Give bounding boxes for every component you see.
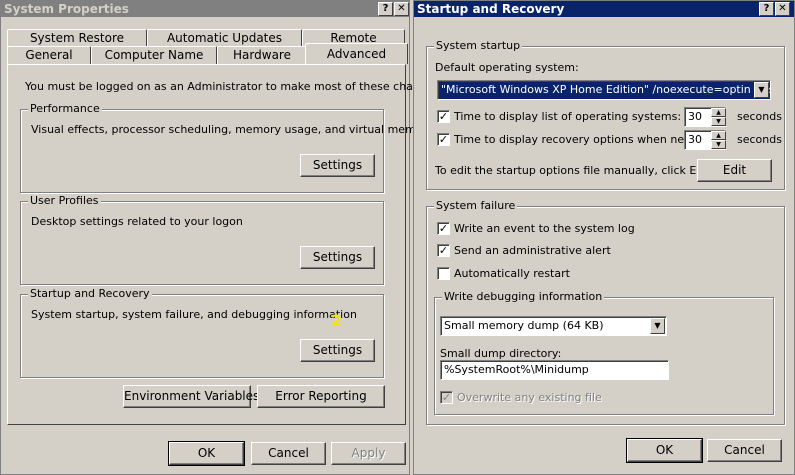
system-startup-label: System startup xyxy=(434,39,523,52)
performance-settings-button[interactable]: Settings xyxy=(300,154,375,177)
system-properties-titlebar: System Properties xyxy=(1,1,409,17)
performance-description: Visual effects, processor scheduling, me… xyxy=(31,123,434,136)
time-recovery-spin-down[interactable]: ▼ xyxy=(711,140,726,149)
apply-button[interactable]: Apply xyxy=(331,442,406,465)
auto-restart-label: Automatically restart xyxy=(454,267,570,280)
time-list-spin-up[interactable]: ▲ xyxy=(711,108,726,117)
cancel-button[interactable]: Cancel xyxy=(251,442,326,465)
time-recovery-spin-up[interactable]: ▲ xyxy=(711,131,726,140)
annotation-marker-2: 2 xyxy=(331,311,343,330)
dump-type-value: Small memory dump (64 KB) xyxy=(444,319,604,332)
performance-label: Performance xyxy=(28,102,102,115)
write-event-checkbox[interactable]: ✓ xyxy=(437,222,450,235)
default-os-value: "Microsoft Windows XP Home Edition" /noe… xyxy=(441,83,770,96)
user-profiles-settings-button[interactable]: Settings xyxy=(300,246,375,269)
dump-dir-label: Small dump directory: xyxy=(440,347,562,360)
tab-advanced[interactable]: Advanced xyxy=(305,43,408,64)
time-list-spin-down[interactable]: ▼ xyxy=(711,117,726,126)
tab-automatic-updates[interactable]: Automatic Updates xyxy=(147,29,302,47)
default-os-select[interactable]: "Microsoft Windows XP Home Edition" /noe… xyxy=(437,80,771,100)
ok-button[interactable]: OK xyxy=(168,441,245,466)
close-button[interactable]: ✕ xyxy=(394,2,409,16)
auto-restart-checkbox[interactable] xyxy=(437,267,450,280)
time-recovery-seconds: seconds xyxy=(737,133,782,146)
environment-variables-button[interactable]: Environment Variables xyxy=(123,385,259,408)
tab-general[interactable]: General xyxy=(7,46,91,64)
user-profiles-label: User Profiles xyxy=(28,194,101,207)
time-recovery-label: Time to display recovery options when ne… xyxy=(454,133,716,146)
write-event-label: Write an event to the system log xyxy=(454,222,635,235)
tab-computer-name[interactable]: Computer Name xyxy=(91,46,217,64)
dump-type-select[interactable]: Small memory dump (64 KB) ▼ xyxy=(440,316,667,336)
overwrite-checkbox[interactable]: ✓ xyxy=(440,391,453,404)
chevron-down-icon[interactable]: ▼ xyxy=(650,318,665,334)
system-properties-title: System Properties xyxy=(4,2,129,16)
system-properties-dialog: System Properties ? ✕ System Restore Aut… xyxy=(0,0,443,475)
help-button[interactable]: ? xyxy=(759,2,774,16)
close-button[interactable]: ✕ xyxy=(775,2,790,16)
user-profiles-group: User Profiles Desktop settings related t… xyxy=(20,194,384,285)
user-profiles-description: Desktop settings related to your logon xyxy=(31,215,243,228)
send-alert-label: Send an administrative alert xyxy=(454,244,611,257)
time-recovery-checkbox[interactable]: ✓ xyxy=(437,133,450,146)
admin-note: You must be logged on as an Administrato… xyxy=(25,80,443,93)
debugging-group: Write debugging information Small memory… xyxy=(434,290,774,415)
overwrite-label: Overwrite any existing file xyxy=(457,391,602,404)
dump-dir-input[interactable]: %SystemRoot%\Minidump xyxy=(440,360,669,380)
chevron-down-icon[interactable]: ▼ xyxy=(754,82,769,98)
edit-button[interactable]: Edit xyxy=(697,159,772,182)
debugging-label: Write debugging information xyxy=(442,290,605,303)
startup-recovery-dialog: Startup and Recovery ? ✕ System startup … xyxy=(413,0,795,475)
startup-recovery-settings-button[interactable]: Settings xyxy=(300,339,375,362)
error-reporting-button[interactable]: Error Reporting xyxy=(257,385,385,408)
tab-hardware[interactable]: Hardware xyxy=(217,46,307,64)
system-failure-label: System failure xyxy=(434,199,518,212)
startup-recovery-description: System startup, system failure, and debu… xyxy=(31,308,357,321)
time-list-seconds: seconds xyxy=(737,110,782,123)
cancel-button[interactable]: Cancel xyxy=(707,439,782,462)
system-failure-group: System failure ✓ Write an event to the s… xyxy=(426,199,785,425)
tab-system-restore[interactable]: System Restore xyxy=(7,29,147,47)
advanced-tab-panel: You must be logged on as an Administrato… xyxy=(7,64,443,425)
edit-note: To edit the startup options file manuall… xyxy=(435,164,715,177)
startup-recovery-title: Startup and Recovery xyxy=(417,2,565,16)
default-os-label: Default operating system: xyxy=(435,61,579,74)
help-button[interactable]: ? xyxy=(378,2,393,16)
performance-group: Performance Visual effects, processor sc… xyxy=(20,102,434,193)
startup-recovery-group: Startup and Recovery System startup, sys… xyxy=(20,287,384,378)
time-list-label: Time to display list of operating system… xyxy=(454,110,682,123)
ok-button[interactable]: OK xyxy=(626,438,703,463)
time-list-checkbox[interactable]: ✓ xyxy=(437,110,450,123)
startup-recovery-titlebar: Startup and Recovery xyxy=(414,1,794,17)
system-startup-group: System startup Default operating system:… xyxy=(426,39,785,190)
startup-recovery-label: Startup and Recovery xyxy=(28,287,152,300)
send-alert-checkbox[interactable]: ✓ xyxy=(437,244,450,257)
